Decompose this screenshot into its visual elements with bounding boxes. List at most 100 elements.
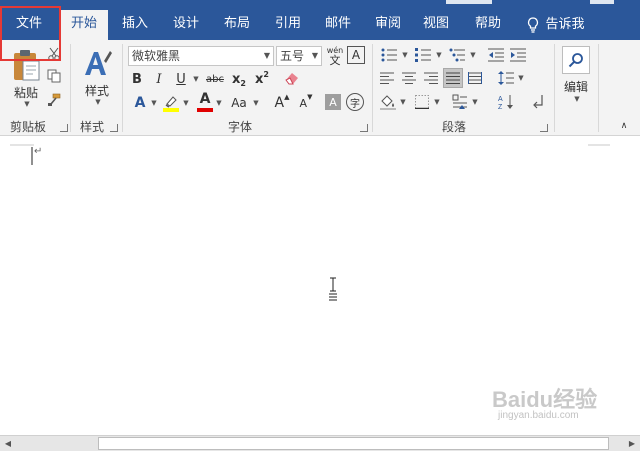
subscript-base: x <box>232 71 241 87</box>
editing-label[interactable]: 编辑 <box>558 78 594 94</box>
chevron-down-icon[interactable]: ▼ <box>432 92 440 112</box>
chevron-down-icon[interactable]: ▼ <box>468 46 476 64</box>
chevron-down-icon[interactable]: ▼ <box>250 93 260 113</box>
tab-file[interactable]: 文件 <box>0 10 58 40</box>
grow-font-button[interactable]: A ▲ <box>272 93 292 113</box>
superscript-button[interactable]: x2 <box>252 69 272 89</box>
align-center-button[interactable] <box>400 69 418 87</box>
subscript-button[interactable]: x2 <box>229 69 249 89</box>
styles-button[interactable] <box>80 46 114 82</box>
tab-view[interactable]: 视图 <box>412 10 460 40</box>
superscript-base: x <box>255 71 264 87</box>
paragraph-shading-button[interactable] <box>378 92 398 112</box>
change-case-button[interactable]: Aa <box>228 93 250 113</box>
caret-down-icon: ▼ <box>307 93 313 101</box>
tab-help[interactable]: 帮助 <box>464 10 512 40</box>
numbered-list-icon <box>415 48 431 62</box>
styles-group-label: 样式 <box>79 120 104 134</box>
character-shading-button[interactable]: A <box>325 94 341 110</box>
bullets-button[interactable] <box>378 46 400 64</box>
decrease-indent-button[interactable] <box>486 46 506 64</box>
font-name-select[interactable]: 微软雅黑 ▼ <box>128 46 274 66</box>
chevron-down-icon[interactable]: ▼ <box>470 92 478 112</box>
align-left-button[interactable] <box>378 69 396 87</box>
shrink-font-letter: A <box>299 96 308 110</box>
scroll-left-icon[interactable]: ◀ <box>0 436 16 451</box>
chevron-down-icon[interactable]: ▼ <box>434 46 442 64</box>
chevron-down-icon[interactable]: ▼ <box>213 93 223 113</box>
bullet-list-icon <box>381 48 397 62</box>
paste-label: 粘贴 <box>13 85 38 100</box>
text-effects-button[interactable]: A <box>130 93 150 113</box>
chevron-down-icon[interactable]: ▼ <box>190 69 200 89</box>
font-launcher-icon[interactable] <box>360 124 368 132</box>
format-painter-button[interactable] <box>46 92 62 108</box>
subscript-digit: 2 <box>240 78 246 88</box>
character-border-button[interactable]: A <box>347 46 365 64</box>
shrink-font-button[interactable]: A ▼ <box>296 93 316 113</box>
paragraph-mark: ↵ <box>34 146 43 157</box>
borders-button[interactable] <box>412 92 432 112</box>
clipboard-launcher-icon[interactable] <box>60 124 68 132</box>
tab-design[interactable]: 设计 <box>162 10 210 40</box>
show-paragraph-marks-button[interactable] <box>528 92 548 112</box>
collapse-ribbon-icon[interactable]: ∧ <box>618 120 630 132</box>
chevron-down-icon[interactable]: ▼ <box>400 46 408 64</box>
svg-text:A: A <box>498 96 503 103</box>
tab-mailings[interactable]: 邮件 <box>314 10 362 40</box>
styles-icon <box>85 51 112 75</box>
sort-button[interactable]: AZ <box>496 92 516 112</box>
align-justify-icon <box>446 72 460 84</box>
copy-button[interactable] <box>46 68 62 84</box>
group-separator <box>122 44 123 132</box>
find-search-button[interactable] <box>562 46 590 74</box>
enclose-characters-button[interactable]: 字 <box>346 93 364 111</box>
scroll-right-icon[interactable]: ▶ <box>624 436 640 451</box>
caret-up-icon: ▲ <box>284 93 290 101</box>
multilevel-list-button[interactable] <box>446 46 468 64</box>
clear-formatting-button[interactable] <box>282 68 302 88</box>
group-separator <box>372 44 373 132</box>
chevron-down-icon[interactable]: ▼ <box>22 100 30 108</box>
justify-button[interactable] <box>443 68 463 88</box>
phonetic-guide-button[interactable]: wén 文 <box>326 45 344 67</box>
tab-insert[interactable]: 插入 <box>112 10 158 40</box>
paste-button[interactable] <box>8 46 44 84</box>
chevron-down-icon[interactable]: ▼ <box>180 93 190 113</box>
tab-home[interactable]: 开始 <box>60 10 108 40</box>
cut-button[interactable] <box>46 46 62 62</box>
numbering-button[interactable] <box>412 46 434 64</box>
paintbrush-icon <box>48 93 61 106</box>
borders-icon <box>415 95 429 109</box>
scrollbar-thumb[interactable] <box>98 437 609 450</box>
tab-review[interactable]: 审阅 <box>364 10 412 40</box>
superscript-digit: 2 <box>263 69 269 79</box>
word-window: 文件 开始 插入 设计 布局 引用 邮件 审阅 视图 帮助 告诉我 粘贴 ▼ 剪… <box>0 0 640 451</box>
chevron-down-icon[interactable]: ▼ <box>398 92 406 112</box>
chevron-down-icon[interactable]: ▼ <box>93 98 101 106</box>
font-name-value: 微软雅黑 <box>132 49 181 63</box>
highlight-color-button[interactable] <box>161 92 181 114</box>
align-right-button[interactable] <box>422 69 440 87</box>
chinese-layout-button[interactable] <box>450 92 470 112</box>
underline-button[interactable]: U <box>172 69 190 89</box>
tell-me-search[interactable]: 告诉我 <box>518 10 594 40</box>
chevron-down-icon: ▼ <box>263 51 270 60</box>
chevron-down-icon[interactable]: ▼ <box>148 93 158 113</box>
horizontal-scrollbar[interactable]: ◀ ▶ <box>0 435 640 451</box>
font-size-select[interactable]: 五号 ▼ <box>276 46 322 66</box>
distributed-button[interactable] <box>466 69 484 87</box>
strikethrough-button[interactable]: abc <box>204 69 226 89</box>
increase-indent-button[interactable] <box>508 46 528 64</box>
font-color-button[interactable]: A <box>196 91 214 113</box>
tab-references[interactable]: 引用 <box>264 10 312 40</box>
phonetic-bottom: 文 <box>329 53 341 67</box>
styles-launcher-icon[interactable] <box>110 124 118 132</box>
line-spacing-button[interactable] <box>496 69 516 87</box>
chevron-down-icon[interactable]: ▼ <box>516 69 524 87</box>
chevron-down-icon[interactable]: ▼ <box>572 94 580 104</box>
tab-layout[interactable]: 布局 <box>214 10 260 40</box>
paragraph-launcher-icon[interactable] <box>540 124 548 132</box>
italic-button[interactable]: I <box>150 69 168 89</box>
bold-button[interactable]: B <box>128 69 146 89</box>
